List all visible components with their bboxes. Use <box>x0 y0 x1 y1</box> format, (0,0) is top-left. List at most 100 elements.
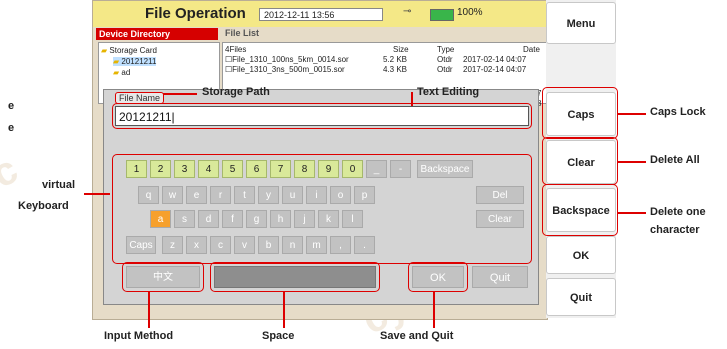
delete-all-line <box>618 161 646 163</box>
text-editing-callout: Text Editing <box>417 86 480 98</box>
virtual-keyboard-callout: Keyboard <box>18 200 69 212</box>
key-letter[interactable]: u <box>282 186 303 204</box>
key-letter[interactable]: s <box>174 210 195 228</box>
column-header-type: Type <box>437 45 455 54</box>
virtual-keyboard-callout: virtual <box>42 179 76 191</box>
space-highlight <box>210 262 380 292</box>
key-letter[interactable]: e <box>186 186 207 204</box>
folder-icon: ▰ <box>101 46 108 55</box>
page-title: File Operation <box>145 5 246 22</box>
key-letter[interactable]: x <box>186 236 207 254</box>
backspace-key[interactable]: Backspace <box>417 160 473 178</box>
save-quit-line <box>433 291 435 328</box>
key-symbol[interactable]: - <box>390 160 411 178</box>
left-cut-text: e <box>8 122 15 134</box>
key-digit[interactable]: 7 <box>270 160 291 178</box>
file-name-cell: ☐File_1310_100ns_5km_0014.sor <box>225 55 349 64</box>
key-digit[interactable]: 4 <box>198 160 219 178</box>
key-digit[interactable]: 1 <box>126 160 147 178</box>
key-symbol[interactable]: _ <box>366 160 387 178</box>
text-editing-line <box>411 92 413 106</box>
ok-highlight <box>408 262 468 292</box>
column-header-size: Size <box>393 45 409 54</box>
clear-highlight <box>542 137 618 185</box>
delete-one-line <box>618 212 646 214</box>
ok-side-button[interactable]: OK <box>546 236 616 274</box>
caps-key[interactable]: Caps <box>126 236 156 254</box>
key-letter[interactable]: w <box>162 186 183 204</box>
file-size-cell: 4.3 KB <box>383 65 408 74</box>
key-letter[interactable]: , <box>330 236 351 254</box>
save-and-quit-callout: Save and Quit <box>380 330 454 342</box>
file-name-cell: ☐File_1310_3ns_500m_0015.sor <box>225 65 345 74</box>
battery-percent: 100% <box>457 7 483 18</box>
space-callout: Space <box>262 330 295 342</box>
key-letter[interactable]: c <box>210 236 231 254</box>
key-letter[interactable]: . <box>354 236 375 254</box>
device-screen: File Operation 2012-12-11 13:56 ⊸ 100% D… <box>92 0 548 320</box>
menu-button[interactable]: Menu <box>546 2 616 44</box>
key-letter[interactable]: y <box>258 186 279 204</box>
folder-icon: ▰ <box>113 68 120 77</box>
del-key[interactable]: Del <box>476 186 524 204</box>
watermark: c <box>0 147 26 197</box>
quit-side-button[interactable]: Quit <box>546 278 616 316</box>
tree-item-20121211[interactable]: ▰ 20121211 <box>113 57 157 66</box>
delete-all-callout: Delete All <box>650 154 700 166</box>
key-digit[interactable]: 6 <box>246 160 267 178</box>
file-type-cell: Otdr <box>437 55 453 64</box>
usb-plug-icon: ⊸ <box>403 6 412 17</box>
key-digit[interactable]: 5 <box>222 160 243 178</box>
key-digit[interactable]: 3 <box>174 160 195 178</box>
left-cut-text: e <box>8 100 15 112</box>
key-digit[interactable]: 0 <box>342 160 363 178</box>
key-letter[interactable]: q <box>138 186 159 204</box>
space-line <box>283 291 285 328</box>
key-letter[interactable]: d <box>198 210 219 228</box>
tree-item-ad[interactable]: ▰ ad <box>113 68 130 77</box>
folder-icon: ▰ <box>113 57 120 66</box>
file-size-cell: 5.2 KB <box>383 55 408 64</box>
key-letter[interactable]: p <box>354 186 375 204</box>
tree-item-storage-card[interactable]: ▰ Storage Card <box>101 46 157 55</box>
key-letter[interactable]: t <box>234 186 255 204</box>
file-name-dialog: File Name 20121211| 中文 OK Quit 123456789… <box>103 89 539 305</box>
key-letter[interactable]: g <box>246 210 267 228</box>
key-letter[interactable]: n <box>282 236 303 254</box>
caps-lock-callout: Caps Lock <box>650 106 706 118</box>
delete-one-callout: character <box>650 224 700 236</box>
key-letter[interactable]: a <box>150 210 171 228</box>
clear-key[interactable]: Clear <box>476 210 524 228</box>
device-directory-header: Device Directory <box>96 28 218 40</box>
key-letter[interactable]: v <box>234 236 255 254</box>
key-letter[interactable]: r <box>210 186 231 204</box>
battery-icon <box>430 9 454 21</box>
file-date-cell: 2017-02-14 04:07 <box>463 55 527 64</box>
datetime-display: 2012-12-11 13:56 <box>259 8 383 21</box>
column-header-name: 4Files <box>225 45 247 54</box>
key-letter[interactable]: i <box>306 186 327 204</box>
column-header-date: Date <box>523 45 540 54</box>
key-letter[interactable]: o <box>330 186 351 204</box>
key-letter[interactable]: j <box>294 210 315 228</box>
key-letter[interactable]: b <box>258 236 279 254</box>
input-method-line <box>148 291 150 328</box>
key-digit[interactable]: 9 <box>318 160 339 178</box>
key-letter[interactable]: h <box>270 210 291 228</box>
delete-one-callout: Delete one <box>650 206 706 218</box>
key-letter[interactable]: k <box>318 210 339 228</box>
key-letter[interactable]: f <box>222 210 243 228</box>
key-letter[interactable]: m <box>306 236 327 254</box>
caps-lock-line <box>618 113 646 115</box>
key-letter[interactable]: l <box>342 210 363 228</box>
input-method-highlight <box>122 262 204 292</box>
text-edit-highlight <box>112 103 532 129</box>
key-digit[interactable]: 8 <box>294 160 315 178</box>
file-date-cell: 2017-02-14 04:07 <box>463 65 527 74</box>
key-digit[interactable]: 2 <box>150 160 171 178</box>
caps-highlight <box>542 87 618 139</box>
quit-button[interactable]: Quit <box>472 266 528 288</box>
key-letter[interactable]: z <box>162 236 183 254</box>
file-type-cell: Otdr <box>437 65 453 74</box>
input-method-callout: Input Method <box>104 330 174 342</box>
